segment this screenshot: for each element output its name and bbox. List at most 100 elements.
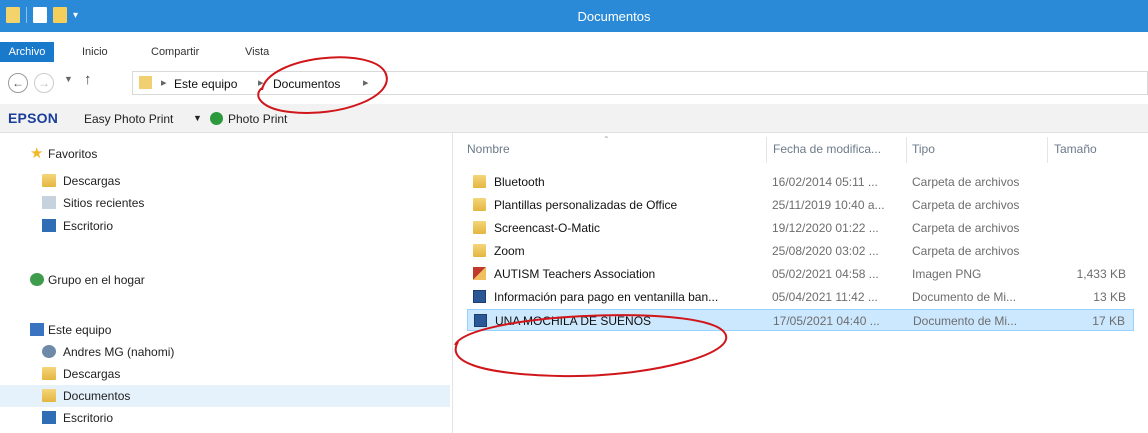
file-name: UNA MOCHILA DE SUEÑOS	[495, 314, 652, 328]
back-arrow-icon: ←	[12, 76, 24, 90]
tab-vista[interactable]: Vista	[245, 46, 269, 58]
nav-favoritos[interactable]: ★ Favoritos	[0, 143, 450, 165]
back-button[interactable]: ←	[8, 73, 28, 93]
forward-button[interactable]: →	[34, 73, 54, 93]
network-user-icon	[42, 345, 56, 358]
desktop-icon	[42, 411, 56, 424]
nav-label: Este equipo	[48, 323, 112, 337]
nav-item-documentos[interactable]: Documentos	[0, 385, 450, 407]
file-size: 17 KB	[1092, 314, 1125, 328]
nav-item-escritorio-pc[interactable]: Escritorio	[0, 407, 450, 429]
column-header-tamano[interactable]: Tamaño	[1054, 142, 1097, 156]
file-row[interactable]: Información para pago en ventanilla ban.…	[467, 286, 1134, 308]
column-header-nombre[interactable]: Nombre	[467, 142, 510, 156]
file-row[interactable]: Plantillas personalizadas de Office 25/11…	[467, 194, 1134, 216]
window-title: Documentos	[577, 9, 651, 24]
column-divider[interactable]	[906, 137, 907, 163]
png-image-icon	[473, 267, 486, 280]
file-type: Carpeta de archivos	[912, 221, 1020, 235]
documents-folder-icon	[42, 389, 56, 402]
file-size: 1,433 KB	[1076, 267, 1126, 281]
nav-label: Escritorio	[63, 219, 114, 233]
computer-icon	[30, 323, 44, 336]
file-list: ⌃ Nombre Fecha de modifica... Tipo Tamañ…	[453, 133, 1148, 433]
file-type: Imagen PNG	[912, 267, 982, 281]
easy-photo-print-button[interactable]: Easy Photo Print	[84, 112, 173, 126]
downloads-folder-icon	[42, 367, 56, 380]
folder-icon	[473, 175, 486, 188]
nav-item-descargas[interactable]: Descargas	[0, 170, 450, 192]
file-row[interactable]: UNA MOCHILA DE SUEÑOS 17/05/2021 04:40 ..…	[467, 309, 1134, 331]
file-date: 25/11/2019 10:40 a...	[772, 198, 885, 212]
nav-label: Escritorio	[63, 411, 114, 425]
up-arrow-icon[interactable]: ↑	[84, 71, 92, 88]
nav-label: Favoritos	[48, 147, 98, 161]
title-bar: ▾ Documentos	[0, 0, 1148, 32]
nav-item-andres[interactable]: Andres MG (nahomi)	[0, 341, 450, 363]
nav-este-equipo[interactable]: Este equipo	[0, 319, 450, 341]
nav-label: Sitios recientes	[63, 196, 145, 210]
navigation-pane: ★ Favoritos Descargas Sitios recientes E…	[0, 133, 453, 433]
word-document-icon	[473, 290, 486, 303]
nav-item-escritorio[interactable]: Escritorio	[0, 215, 450, 237]
file-date: 25/08/2020 03:02 ...	[772, 244, 879, 258]
breadcrumb-separator-icon[interactable]: ▸	[363, 76, 369, 89]
column-divider[interactable]	[766, 137, 767, 163]
folder-icon	[473, 221, 486, 234]
file-row[interactable]: Zoom 25/08/2020 03:02 ... Carpeta de archi…	[467, 240, 1134, 262]
nav-item-descargas-pc[interactable]: Descargas	[0, 363, 450, 385]
folder-location-icon	[139, 76, 152, 89]
recent-locations-icon[interactable]: ▼	[64, 74, 73, 84]
tab-archivo[interactable]: Archivo	[0, 42, 54, 62]
recent-places-icon	[42, 196, 56, 209]
breadcrumb-este-equipo[interactable]: Este equipo	[174, 77, 237, 91]
file-row[interactable]: Screencast-O-Matic 19/12/2020 01:22 ... Ca…	[467, 217, 1134, 239]
photo-print-icon	[210, 112, 223, 125]
file-name: Plantillas personalizadas de Office	[494, 198, 678, 212]
nav-grupo-hogar[interactable]: Grupo en el hogar	[0, 269, 450, 291]
folder-icon	[473, 244, 486, 257]
file-type: Documento de Mi...	[913, 314, 1018, 328]
address-box[interactable]: ▸ Este equipo ▸ Documentos ▸	[132, 71, 1148, 95]
file-date: 05/02/2021 04:58 ...	[772, 267, 879, 281]
file-name: Zoom	[494, 244, 525, 258]
file-name: Screencast-O-Matic	[494, 221, 601, 235]
tab-inicio[interactable]: Inicio	[82, 46, 108, 58]
desktop-icon	[42, 219, 56, 232]
photo-print-button[interactable]: Photo Print	[228, 112, 287, 126]
star-icon: ★	[30, 145, 44, 162]
file-date: 17/05/2021 04:40 ...	[773, 314, 880, 328]
file-type: Carpeta de archivos	[912, 198, 1020, 212]
file-date: 19/12/2020 01:22 ...	[772, 221, 879, 235]
tab-compartir[interactable]: Compartir	[151, 46, 199, 58]
column-divider[interactable]	[1047, 137, 1048, 163]
column-header-tipo[interactable]: Tipo	[912, 142, 935, 156]
epson-toolbar: EPSON Easy Photo Print ▼ Photo Print	[0, 104, 1148, 133]
sort-indicator-icon: ⌃	[603, 135, 610, 144]
epson-logo: EPSON	[8, 110, 59, 126]
breadcrumb-documentos[interactable]: Documentos	[273, 77, 340, 91]
file-type: Documento de Mi...	[912, 290, 1017, 304]
folder-icon	[473, 198, 486, 211]
word-document-icon	[474, 314, 487, 327]
file-row[interactable]: Bluetooth 16/02/2014 05:11 ... Carpeta de …	[467, 171, 1134, 193]
file-name: Bluetooth	[494, 175, 545, 189]
file-size: 13 KB	[1093, 290, 1126, 304]
downloads-folder-icon	[42, 174, 56, 187]
column-header-fecha[interactable]: Fecha de modifica...	[773, 142, 881, 156]
nav-label: Documentos	[63, 389, 131, 403]
file-type: Carpeta de archivos	[912, 244, 1020, 258]
file-date: 16/02/2014 05:11 ...	[772, 175, 878, 189]
ribbon-tabs: Archivo Inicio Compartir Vista	[0, 32, 1148, 63]
file-row[interactable]: AUTISM Teachers Association 05/02/2021 04…	[467, 263, 1134, 285]
file-type: Carpeta de archivos	[912, 175, 1020, 189]
nav-label: Descargas	[63, 367, 121, 381]
nav-label: Grupo en el hogar	[48, 273, 145, 287]
dropdown-icon[interactable]: ▼	[193, 113, 202, 123]
address-bar-row: ← → ▼ ↑ ▸ Este equipo ▸ Documentos ▸	[0, 62, 1148, 104]
file-name: AUTISM Teachers Association	[494, 267, 656, 281]
breadcrumb-separator-icon[interactable]: ▸	[258, 76, 264, 89]
file-date: 05/04/2021 11:42 ...	[772, 290, 878, 304]
breadcrumb-separator-icon[interactable]: ▸	[161, 76, 167, 89]
nav-item-sitios-recientes[interactable]: Sitios recientes	[0, 192, 450, 214]
